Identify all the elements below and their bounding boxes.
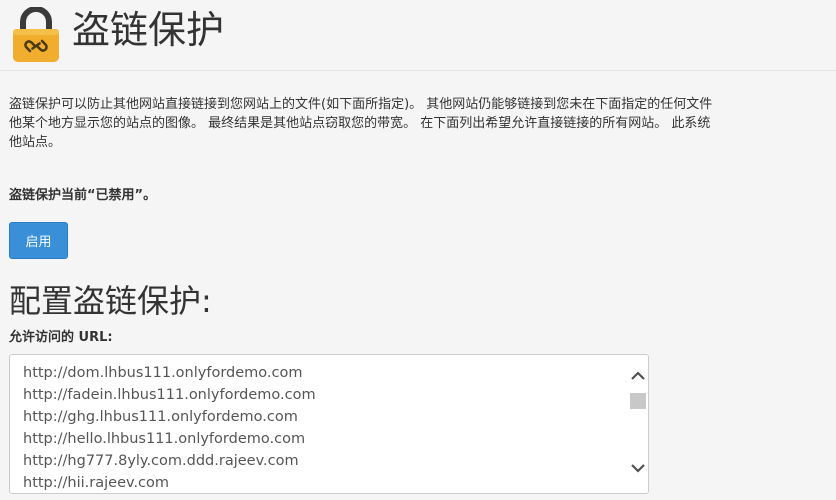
url-item: http://hello.lhbus111.onlyfordemo.com [23,431,306,447]
chevron-down-icon[interactable] [628,461,648,475]
description-line: 盗链保护可以防止其他网站直接链接到您网站上的文件(如下面所指定)。 其他网站仍能… [9,97,713,112]
allowed-urls-label: 允许访问的 URL: [9,330,113,345]
description-text: 盗链保护可以防止其他网站直接链接到您网站上的文件(如下面所指定)。 其他网站仍能… [9,95,836,152]
page-header: 盗链保护 [0,0,836,71]
url-item: http://hg777.8yly.com.ddd.rajeev.com [23,453,299,469]
page-title: 盗链保护 [72,8,225,52]
url-list: http://dom.lhbus111.onlyfordemo.com http… [23,362,316,493]
url-item: http://ghg.lhbus111.onlyfordemo.com [23,409,298,425]
url-item: http://dom.lhbus111.onlyfordemo.com [23,365,303,381]
description-line: 他站点。 [9,135,62,150]
allowed-urls-textarea[interactable]: http://dom.lhbus111.onlyfordemo.com http… [9,354,649,494]
configure-heading: 配置盗链保护: [9,282,212,320]
status-text: 盗链保护当前“已禁用”。 [9,188,157,203]
lock-link-icon [13,7,59,62]
url-item: http://hii.rajeev.com [23,475,170,491]
enable-button[interactable]: 启用 [9,222,68,259]
description-line: 他某个地方显示您的站点的图像。 最终结果是其他站点窃取您的带宽。 在下面列出希望… [9,116,711,131]
url-item: http://fadein.lhbus111.onlyfordemo.com [23,387,316,403]
scroll-thumb[interactable] [630,393,646,409]
chevron-up-icon[interactable] [628,369,648,383]
hotlink-protection-page: 盗链保护 盗链保护可以防止其他网站直接链接到您网站上的文件(如下面所指定)。 其… [0,0,836,500]
scrollbar[interactable] [628,355,648,493]
